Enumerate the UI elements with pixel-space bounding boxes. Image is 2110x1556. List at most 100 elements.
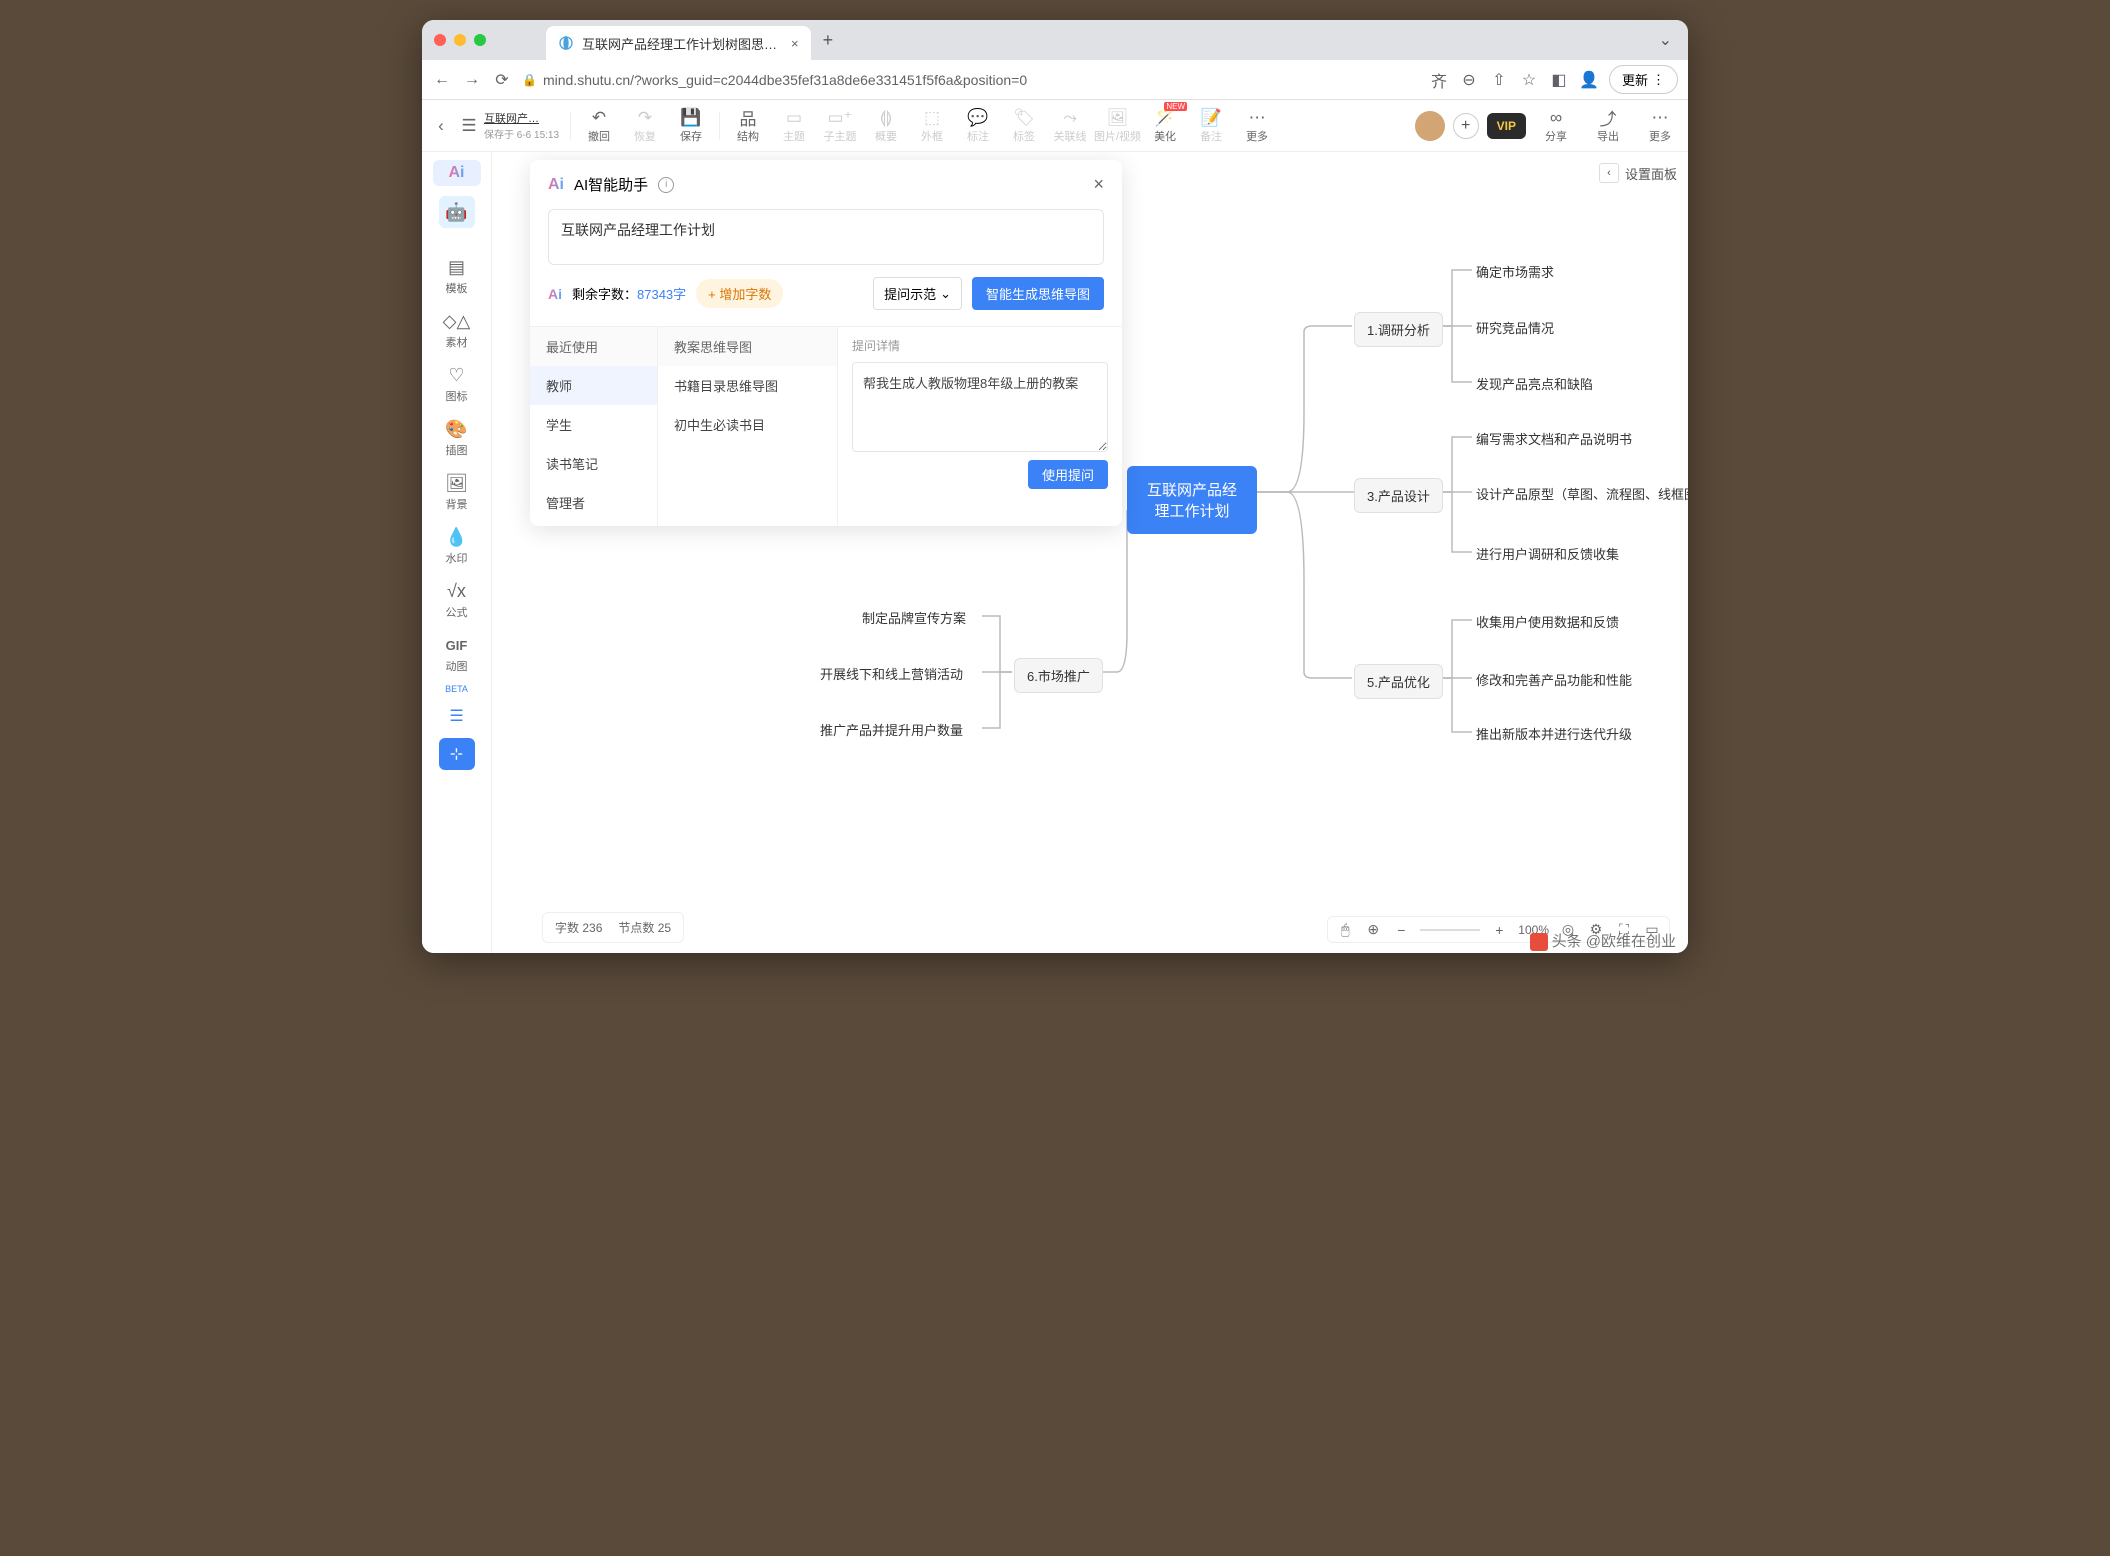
user-avatar[interactable]	[1415, 111, 1445, 141]
document-name: 互联网产…	[484, 110, 564, 126]
example-dropdown[interactable]: 提问示范⌄	[873, 277, 962, 310]
mindmap-leaf[interactable]: 编写需求文档和产品说明书	[1476, 429, 1632, 448]
category-item[interactable]: 自媒体	[530, 522, 657, 526]
mindmap-leaf[interactable]: 研究竞品情况	[1476, 318, 1554, 337]
center-icon[interactable]: ⊕	[1364, 921, 1382, 938]
media-button[interactable]: 🖼图片/视频	[1094, 103, 1141, 149]
new-badge: NEW	[1164, 102, 1187, 111]
background-tool[interactable]: 🖼背景	[433, 468, 481, 516]
icon-tool[interactable]: ♡图标	[433, 360, 481, 408]
add-words-button[interactable]: 增加字数	[696, 279, 783, 308]
mindmap-branch-node[interactable]: 6.市场推广	[1014, 658, 1103, 693]
template-item[interactable]: 书籍目录思维导图	[658, 366, 837, 405]
template-item[interactable]: 初中生必读书目	[658, 405, 837, 444]
zoom-out-button[interactable]: −	[1392, 922, 1410, 938]
maximize-window-button[interactable]	[474, 34, 486, 46]
mindmap-leaf[interactable]: 推广产品并提升用户数量	[820, 720, 963, 739]
ai-robot-tool[interactable]: 🤖	[433, 192, 481, 232]
mindmap-leaf[interactable]: 修改和完善产品功能和性能	[1476, 670, 1632, 689]
boundary-button[interactable]: ⬚外框	[910, 103, 954, 149]
remark-button[interactable]: 📝备注	[1189, 103, 1233, 149]
category-item[interactable]: 读书笔记	[530, 444, 657, 483]
export-button[interactable]: ⤴导出	[1586, 103, 1630, 149]
close-panel-icon[interactable]: ×	[1093, 174, 1104, 195]
undo-button[interactable]: ↶撤回	[577, 103, 621, 149]
illustration-tool[interactable]: 🎨插图	[433, 414, 481, 462]
update-button[interactable]: 更新⋮	[1609, 65, 1678, 94]
structure-button[interactable]: 品结构	[726, 103, 770, 149]
use-example-button[interactable]: 使用提问	[1028, 460, 1108, 489]
close-window-button[interactable]	[434, 34, 446, 46]
mindmap-leaf[interactable]: 确定市场需求	[1476, 262, 1554, 281]
generate-button[interactable]: 智能生成思维导图	[972, 277, 1104, 310]
note-button[interactable]: 💬标注	[956, 103, 1000, 149]
category-item[interactable]: 学生	[530, 405, 657, 444]
zoom-slider[interactable]	[1420, 929, 1480, 931]
profile-icon[interactable]: 👤	[1579, 70, 1599, 90]
mouse-icon[interactable]: 🖱	[1336, 921, 1354, 938]
tag-button[interactable]: 🏷标签	[1002, 103, 1046, 149]
mindmap-leaf[interactable]: 发现产品亮点和缺陷	[1476, 374, 1593, 393]
ai-input[interactable]: 互联网产品经理工作计划	[548, 209, 1104, 265]
minimize-window-button[interactable]	[454, 34, 466, 46]
formula-tool[interactable]: √x公式	[433, 576, 481, 624]
share-button[interactable]: ∞分享	[1534, 103, 1578, 149]
translate-icon[interactable]: ⻬	[1429, 68, 1449, 92]
mindmap-leaf[interactable]: 开展线下和线上营销活动	[820, 664, 963, 683]
chevron-left-icon[interactable]: ‹	[1599, 163, 1619, 183]
material-tool[interactable]: ◇△素材	[433, 306, 481, 354]
save-button[interactable]: 💾保存	[669, 103, 713, 149]
extensions-icon[interactable]: ◧	[1549, 70, 1569, 90]
mindmap-branch-node[interactable]: 5.产品优化	[1354, 664, 1443, 699]
category-item[interactable]: 管理者	[530, 483, 657, 522]
summary-button[interactable]: ⟬⟭概要	[864, 103, 908, 149]
mindmap-leaf[interactable]: 推出新版本并进行迭代升级	[1476, 724, 1632, 743]
reload-button[interactable]: ⟳	[492, 70, 512, 90]
mindmap-leaf[interactable]: 制定品牌宣传方案	[862, 608, 966, 627]
droplet-icon: 💧	[445, 526, 467, 548]
url-field[interactable]: 🔒 mind.shutu.cn/?works_guid=c2044dbe35fe…	[522, 72, 1419, 88]
settings-panel-toggle[interactable]: ‹ 设置面板	[1588, 158, 1688, 188]
tabs-dropdown-icon[interactable]: ⌄	[1659, 30, 1672, 50]
redo-button[interactable]: ↷恢复	[623, 103, 667, 149]
subtopic-button[interactable]: ▭⁺子主题	[818, 103, 862, 149]
relation-button[interactable]: ⤳关联线	[1048, 103, 1092, 149]
info-icon[interactable]: i	[658, 177, 674, 193]
vip-button[interactable]: VIP	[1487, 113, 1526, 139]
more-right-button[interactable]: ⋯更多	[1638, 103, 1682, 149]
mindmap-branch-node[interactable]: 3.产品设计	[1354, 478, 1443, 513]
canvas[interactable]: ‹ 设置面板 Ai AI智能助手 i × 互联网产品经理工作计划 Ai 剩余字数…	[492, 152, 1688, 953]
more-button[interactable]: ⋯更多	[1235, 103, 1279, 149]
detail-textarea[interactable]: 帮我生成人教版物理8年级上册的教案	[852, 362, 1108, 452]
topic-button[interactable]: ▭主题	[772, 103, 816, 149]
template-tool[interactable]: ▤模板	[433, 252, 481, 300]
mindmap-leaf[interactable]: 设计产品原型（草图、流程图、线框图等）	[1476, 484, 1688, 503]
back-button[interactable]: ←	[432, 71, 452, 89]
menu-icon[interactable]: ☰	[456, 103, 482, 149]
browser-tab[interactable]: 互联网产品经理工作计划树图思… ×	[546, 26, 811, 60]
share-icon[interactable]: ⇧	[1489, 70, 1509, 90]
watermark-tool[interactable]: 💧水印	[433, 522, 481, 570]
beautify-button[interactable]: 🪄美化NEW	[1143, 103, 1187, 149]
mindmap-branch-node[interactable]: 1.调研分析	[1354, 312, 1443, 347]
ai-tool[interactable]: Ai	[433, 160, 481, 186]
mindmap-root-node[interactable]: 互联网产品经理工作计划	[1127, 466, 1257, 534]
new-tab-button[interactable]: +	[823, 30, 834, 51]
detail-label: 提问详情	[852, 337, 1108, 354]
left-rail: Ai 🤖 ▤模板 ◇△素材 ♡图标 🎨插图 🖼背景 💧水印 √x公式 GIF动图…	[422, 152, 492, 953]
bookmark-icon[interactable]: ☆	[1519, 70, 1539, 90]
zoom-icon[interactable]: ⊖	[1459, 70, 1479, 90]
gif-tool[interactable]: GIF动图	[433, 630, 481, 678]
invite-button[interactable]: +	[1453, 113, 1479, 139]
back-icon[interactable]: ‹	[428, 103, 454, 149]
mindmap-leaf[interactable]: 进行用户调研和反馈收集	[1476, 544, 1619, 563]
outline-view-button[interactable]: ☰	[439, 700, 475, 732]
forward-button[interactable]: →	[462, 71, 482, 89]
document-info[interactable]: 互联网产… 保存于 6-6 15:13	[484, 110, 564, 141]
close-tab-icon[interactable]: ×	[791, 36, 799, 51]
mindmap-leaf[interactable]: 收集用户使用数据和反馈	[1476, 612, 1619, 631]
zoom-in-button[interactable]: +	[1490, 922, 1508, 938]
category-item[interactable]: 教师	[530, 366, 657, 405]
mindmap-view-button[interactable]: ⊹	[439, 738, 475, 770]
template-icon: ▤	[448, 256, 465, 278]
